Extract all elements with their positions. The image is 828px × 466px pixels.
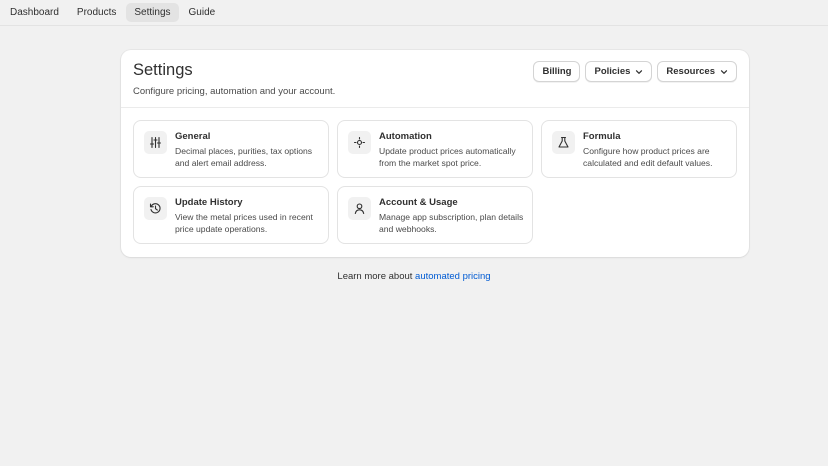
resources-button-label: Resources [666, 66, 715, 77]
tile-title: Formula [583, 131, 621, 142]
resources-button[interactable]: Resources [657, 61, 737, 82]
nav-tab-dashboard[interactable]: Dashboard [2, 3, 67, 22]
billing-button-label: Billing [542, 66, 572, 77]
header-actions: Billing Policies Resources [528, 61, 737, 82]
tile-title: Update History [175, 197, 243, 208]
tile-description: Manage app subscription, plan details an… [379, 212, 524, 234]
tile-description: Configure how product prices are calcula… [583, 146, 713, 168]
tile-title: General [175, 131, 211, 142]
policies-button[interactable]: Policies [585, 61, 653, 82]
chevron-down-icon [636, 69, 643, 74]
sliders-icon [144, 131, 167, 154]
footer-help: Learn more about automated pricing [0, 271, 828, 282]
top-nav: Dashboard Products Settings Guide [0, 0, 828, 26]
tile-description: View the metal prices used in recent pri… [175, 212, 313, 234]
nav-tab-guide[interactable]: Guide [181, 3, 224, 22]
tile-description: Decimal places, purities, tax options an… [175, 146, 313, 168]
footer-text: Learn more about [337, 271, 416, 282]
history-icon [144, 197, 167, 220]
person-icon [348, 197, 371, 220]
page-subtitle: Configure pricing, automation and your a… [133, 86, 336, 97]
card-header: Settings Configure pricing, automation a… [121, 50, 749, 108]
policies-button-label: Policies [594, 66, 631, 77]
chevron-down-icon [720, 69, 728, 74]
flask-icon [552, 131, 575, 154]
tile-general[interactable]: General Decimal places, purities, tax op… [133, 120, 329, 178]
tile-title: Automation [379, 131, 432, 142]
billing-button[interactable]: Billing [533, 61, 581, 82]
nav-tab-products[interactable]: Products [69, 3, 124, 22]
automation-icon [348, 131, 371, 154]
tile-update-history[interactable]: Update History View the metal prices use… [133, 186, 329, 244]
page-title: Settings [133, 61, 193, 79]
automated-pricing-link[interactable]: automated pricing [415, 271, 491, 282]
tile-description: Update product prices automatically from… [379, 146, 516, 168]
tile-formula[interactable]: Formula Configure how product prices are… [541, 120, 737, 178]
tile-title: Account & Usage [379, 197, 458, 208]
nav-tab-settings[interactable]: Settings [126, 3, 179, 22]
settings-card: Settings Configure pricing, automation a… [121, 50, 749, 257]
tile-account-usage[interactable]: Account & Usage Manage app subscription,… [337, 186, 533, 244]
tile-automation[interactable]: Automation Update product prices automat… [337, 120, 533, 178]
